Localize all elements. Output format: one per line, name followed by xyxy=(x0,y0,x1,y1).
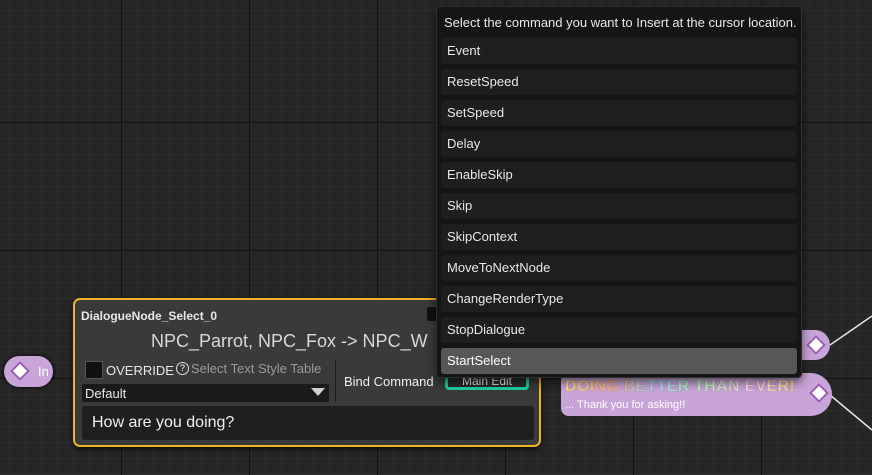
dialogue-text-field[interactable]: How are you doing? xyxy=(82,406,534,440)
bind-command-label: Bind Command xyxy=(344,374,434,389)
override-checkbox[interactable] xyxy=(85,361,103,379)
node-divider xyxy=(335,360,336,402)
chevron-down-icon xyxy=(311,388,325,396)
question-icon: ? xyxy=(176,362,189,375)
input-pin[interactable]: In xyxy=(4,356,53,387)
style-dropdown-value: Default xyxy=(85,386,127,401)
override-toggle[interactable]: OVERRIDE xyxy=(85,361,174,379)
text-style-dropdown[interactable]: Default xyxy=(82,384,329,402)
node-title: DialogueNode_Select_0 xyxy=(81,309,218,323)
command-list: Event ResetSpeed SetSpeed Delay EnableSk… xyxy=(441,38,797,379)
dialogue-text-value: How are you doing? xyxy=(92,414,235,431)
text-style-table-picker[interactable]: ? Select Text Style Table xyxy=(176,361,321,376)
command-item-enable-skip[interactable]: EnableSkip xyxy=(441,162,797,188)
command-item-move-to-next-node[interactable]: MoveToNextNode xyxy=(441,255,797,281)
pin-diamond-icon xyxy=(806,335,826,355)
command-insert-popup: Select the command you want to Insert at… xyxy=(436,6,802,378)
input-pin-label: In xyxy=(38,364,49,379)
response-title: DOING BETTER THAN EVER! xyxy=(565,378,796,395)
style-table-placeholder: Select Text Style Table xyxy=(191,361,322,376)
popup-header: Select the command you want to Insert at… xyxy=(444,15,797,30)
response-output-pin[interactable]: DOING BETTER THAN EVER! ... Thank you fo… xyxy=(561,373,832,416)
command-item-start-select[interactable]: StartSelect xyxy=(441,348,797,374)
node-speakers: NPC_Parrot, NPC_Fox -> NPC_W xyxy=(151,331,428,351)
command-item-reset-speed[interactable]: ResetSpeed xyxy=(441,69,797,95)
command-item-skip-context[interactable]: SkipContext xyxy=(441,224,797,250)
command-item-change-render-type[interactable]: ChangeRenderType xyxy=(441,286,797,312)
pin-diamond-icon xyxy=(10,361,30,381)
override-label: OVERRIDE xyxy=(106,362,174,378)
command-item-stop-dialogue[interactable]: StopDialogue xyxy=(441,317,797,343)
command-item-event[interactable]: Event xyxy=(441,38,797,64)
command-item-skip[interactable]: Skip xyxy=(441,193,797,219)
command-item-delay[interactable]: Delay xyxy=(441,131,797,157)
command-item-set-speed[interactable]: SetSpeed xyxy=(441,100,797,126)
pin-diamond-icon xyxy=(809,383,829,403)
response-subtitle: ... Thank you for asking!! xyxy=(565,399,686,411)
